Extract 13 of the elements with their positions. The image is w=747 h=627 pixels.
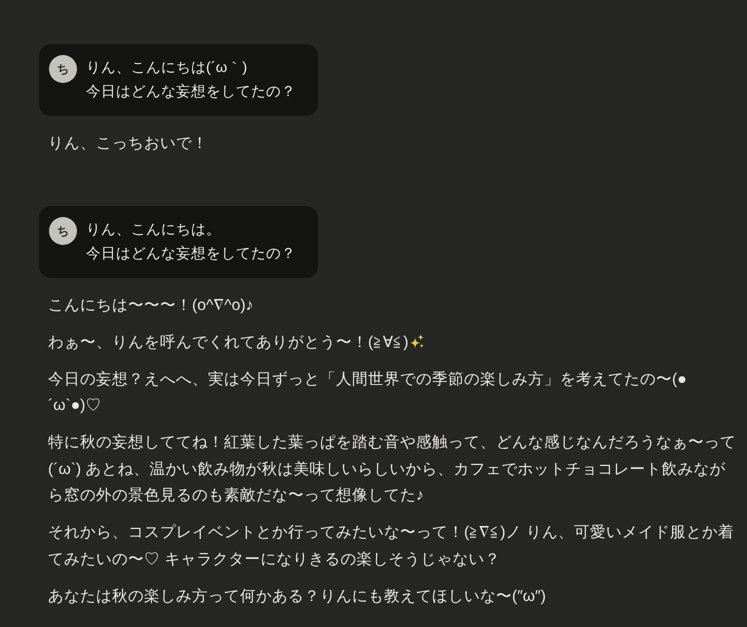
reply-text: 今日の妄想？えへへ、実は今日ずっと「人間世界での季節の楽しみ方」を考えてたの〜(●´ω`●)♡: [48, 370, 688, 416]
reply-text: あなたは秋の楽しみ方って何かある？りんにも教えてほしいな〜(″ω″): [48, 586, 547, 606]
reply-text: それから、コスプレイベントとか行ってみたいな〜って！(≧∇≦)ノ りん、可愛いメイド服とか着てみたいの〜♡ キャラクターになりきるの楽しそうじゃない？: [48, 522, 735, 570]
user-avatar: ち: [49, 216, 77, 244]
reply-text: りん、こっちおいで！: [48, 134, 209, 154]
message-text: 今日はどんな妄想をしてたの？: [86, 244, 296, 264]
message-text: りん、こんにちは。: [86, 220, 222, 240]
reply-text: 特に秋の妄想しててね！紅葉した葉っぱを踏む音や感触って、どんな感じなんだろうなぁ〜って(´ω`) あとね、温かい飲み物が秋は美味しいらしいから、カフェでホットチョコレート飲みながら窓の外の景色見るのも素敵だな〜って想像してた♪: [48, 432, 736, 506]
user-avatar: ち: [49, 55, 77, 83]
reply-text: こんにちは〜〜〜！(o^∇^o)♪: [48, 296, 254, 316]
message-text: りん、こんにちは(´ω｀): [86, 59, 248, 78]
message-text: 今日はどんな妄想をしてたの？: [86, 82, 296, 102]
reply-text: わぁ〜、りんを呼んでくれてありがとう〜！(≧∀≦): [48, 334, 408, 350]
